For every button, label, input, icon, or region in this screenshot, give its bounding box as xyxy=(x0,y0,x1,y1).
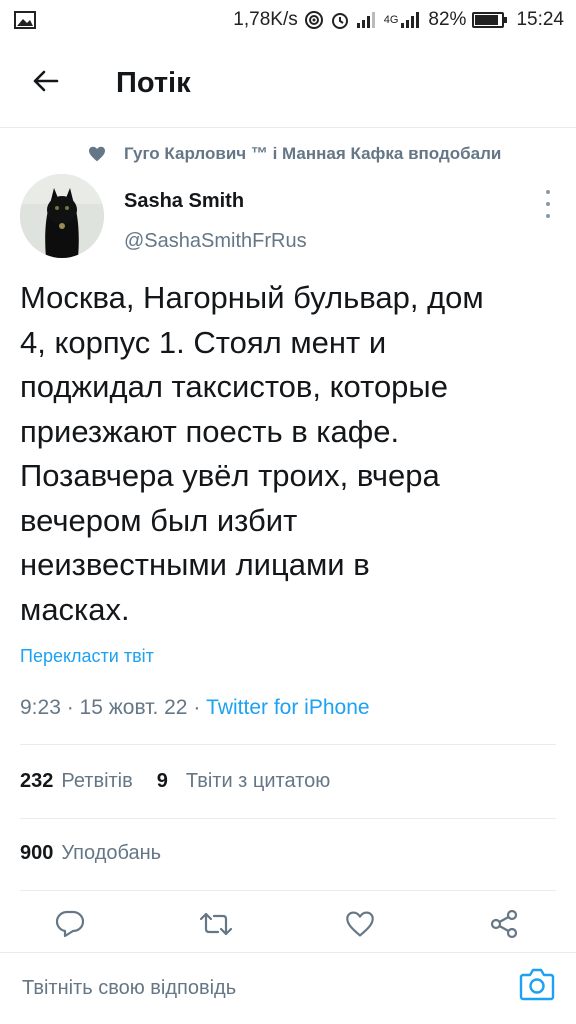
more-vertical-icon xyxy=(546,190,550,194)
quotes-count: 9 xyxy=(156,770,168,792)
more-options-button[interactable] xyxy=(542,190,554,218)
heart-icon xyxy=(88,146,108,162)
divider xyxy=(20,744,556,745)
tweet-source-link[interactable]: Twitter for iPhone xyxy=(206,696,369,719)
avatar[interactable] xyxy=(20,174,104,258)
battery-icon xyxy=(472,12,508,28)
tweet-text: Москва, Нагорный бульвар, дом 4, корпус … xyxy=(20,280,484,627)
quotes-label: Твіти з цитатою xyxy=(185,770,331,792)
tweet-date: 15 жовт. 22 xyxy=(79,696,188,719)
social-context[interactable]: Гуго Карлович ™ і Манная Кафка вподобали xyxy=(88,144,501,164)
network-speed: 1,78K/s xyxy=(233,9,298,30)
reply-icon xyxy=(55,910,85,943)
engagement-stats: 232 Ретвітів 9 Твіти з цитатою xyxy=(20,770,354,793)
reply-button[interactable] xyxy=(50,908,90,944)
divider xyxy=(20,818,556,819)
like-icon xyxy=(344,910,376,943)
social-context-text: Гуго Карлович ™ і Манная Кафка вподобали xyxy=(124,144,502,163)
retweet-icon xyxy=(198,911,234,942)
likes-stats: 900 Уподобань xyxy=(20,842,185,865)
likes-count: 900 xyxy=(20,842,54,864)
more-dot xyxy=(546,214,550,218)
status-bar: 1,78K/s 4G 82% 15:24 xyxy=(0,0,576,40)
tweet-actions xyxy=(0,900,576,950)
likes-stat[interactable]: 900 Уподобань xyxy=(20,842,161,865)
retweets-count: 232 xyxy=(20,770,54,792)
retweets-stat[interactable]: 232 Ретвітів xyxy=(20,770,133,793)
like-button[interactable] xyxy=(340,908,380,944)
quotes-stat[interactable]: 9 Твіти з цитатою xyxy=(157,770,330,793)
top-app-bar: Потік xyxy=(0,40,576,128)
reply-bar xyxy=(0,952,576,1024)
alarm-icon xyxy=(330,10,350,30)
camera-button[interactable] xyxy=(518,967,556,1005)
share-button[interactable] xyxy=(484,908,524,944)
likes-label: Уподобань xyxy=(61,842,162,864)
more-dot xyxy=(546,202,550,206)
network-type: 4G xyxy=(383,14,399,26)
share-icon xyxy=(488,908,520,945)
meta-separator: · xyxy=(193,696,207,719)
signal-icon xyxy=(400,11,422,29)
translate-tweet-link[interactable]: Перекласти твіт xyxy=(20,646,154,667)
tweet-meta: 9:23 · 15 жовт. 22 · Twitter for iPhone xyxy=(20,696,370,720)
meta-separator: · xyxy=(66,696,80,719)
back-button[interactable] xyxy=(0,40,90,128)
author-handle[interactable]: @SashaSmithFrRus xyxy=(124,230,307,253)
author-name[interactable]: Sasha Smith xyxy=(124,190,244,213)
camera-icon xyxy=(519,967,555,1006)
signal-icon xyxy=(356,11,378,29)
page-title: Потік xyxy=(116,67,191,99)
tweet-time: 9:23 xyxy=(20,696,61,719)
back-arrow-icon xyxy=(31,69,59,98)
clock: 15:24 xyxy=(516,9,564,30)
retweets-label: Ретвітів xyxy=(61,770,133,792)
image-icon xyxy=(14,11,36,29)
battery-percent: 82% xyxy=(428,9,467,30)
hotspot-icon xyxy=(304,10,324,30)
retweet-button[interactable] xyxy=(196,908,236,944)
reply-input[interactable] xyxy=(22,971,482,1005)
divider xyxy=(20,890,556,891)
